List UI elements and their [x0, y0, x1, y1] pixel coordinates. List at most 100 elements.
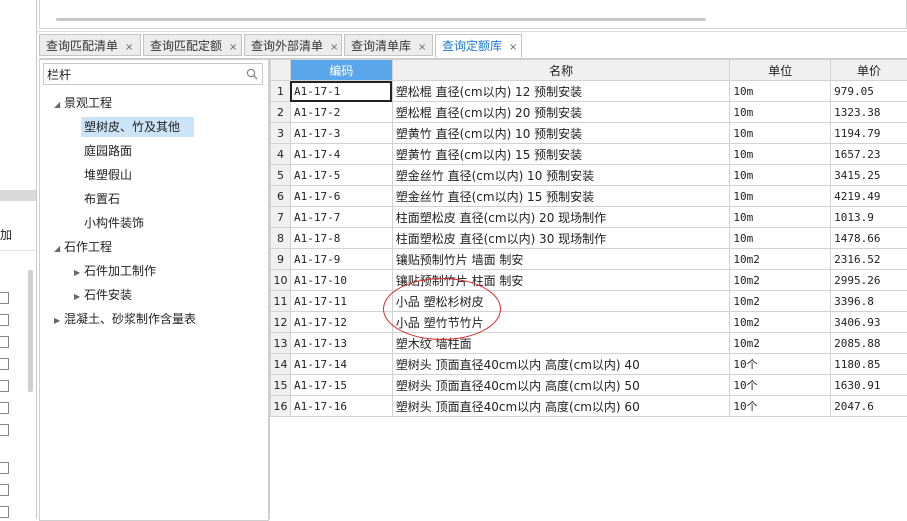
cell-name[interactable]: 塑树头 顶面直径40cm以内 高度(cm以内) 50 [392, 375, 730, 396]
table-row[interactable]: 9A1-17-9镶贴预制竹片 墙面 制安10m22316.52 [271, 249, 907, 270]
cell-code[interactable]: A1-17-10 [290, 270, 392, 291]
cell-name[interactable]: 塑黄竹 直径(cm以内) 10 预制安装 [392, 123, 730, 144]
cell-name[interactable]: 小品 塑松杉树皮 [392, 291, 730, 312]
table-row[interactable]: 4A1-17-4塑黄竹 直径(cm以内) 15 预制安装10m1657.23 [271, 144, 907, 165]
checkbox[interactable] [0, 402, 9, 414]
checkbox[interactable] [0, 336, 9, 348]
column-header-unit[interactable]: 单位 [730, 60, 831, 81]
cell-code[interactable]: A1-17-7 [290, 207, 392, 228]
cell-price[interactable]: 1013.9 [831, 207, 907, 228]
cell-unit[interactable]: 10m2 [730, 270, 831, 291]
checkbox[interactable] [0, 506, 9, 518]
close-icon[interactable]: × [229, 42, 237, 53]
cell-price[interactable]: 2316.52 [831, 249, 907, 270]
cell-price[interactable]: 979.05 [831, 81, 907, 102]
cell-unit[interactable]: 10m2 [730, 291, 831, 312]
search-icon[interactable] [246, 68, 258, 80]
search-box[interactable] [43, 63, 263, 85]
cell-name[interactable]: 镶贴预制竹片 墙面 制安 [392, 249, 730, 270]
tree-item[interactable]: ▶混凝土、砂浆制作含量表 [54, 309, 196, 329]
table-row[interactable]: 2A1-17-2塑松棍 直径(cm以内) 20 预制安装10m1323.38 [271, 102, 907, 123]
cell-name[interactable]: 塑黄竹 直径(cm以内) 15 预制安装 [392, 144, 730, 165]
close-icon[interactable]: × [509, 42, 517, 53]
left-panel-scrollbar[interactable] [28, 270, 33, 392]
checkbox[interactable] [0, 484, 9, 496]
checkbox[interactable] [0, 462, 9, 474]
cell-unit[interactable]: 10m [730, 228, 831, 249]
tab-query-match-quota[interactable]: 查询匹配定额× [143, 34, 242, 56]
tab-query-external-bill[interactable]: 查询外部清单× [244, 34, 342, 56]
cell-price[interactable]: 1194.79 [831, 123, 907, 144]
cell-name[interactable]: 小品 塑竹节竹片 [392, 312, 730, 333]
cell-code[interactable]: A1-17-14 [290, 354, 392, 375]
table-row[interactable]: 1A1-17-1塑松棍 直径(cm以内) 12 预制安装10m979.05 [271, 81, 907, 102]
cell-name[interactable]: 塑松棍 直径(cm以内) 12 预制安装 [392, 81, 730, 102]
cell-code[interactable]: A1-17-9 [290, 249, 392, 270]
cell-unit[interactable]: 10m [730, 102, 831, 123]
cell-code[interactable]: A1-17-12 [290, 312, 392, 333]
table-row[interactable]: 8A1-17-8柱面塑松皮 直径(cm以内) 30 现场制作10m1478.66 [271, 228, 907, 249]
cell-unit[interactable]: 10m2 [730, 249, 831, 270]
cell-unit[interactable]: 10m [730, 123, 831, 144]
cell-price[interactable]: 3396.8 [831, 291, 907, 312]
close-icon[interactable]: × [330, 42, 338, 53]
column-header-code[interactable]: 编码 [290, 60, 392, 81]
cell-code[interactable]: A1-17-11 [290, 291, 392, 312]
table-row[interactable]: 13A1-17-13塑木纹 墙柱面10m22085.88 [271, 333, 907, 354]
tab-query-bill-library[interactable]: 查询清单库× [344, 34, 433, 56]
cell-price[interactable]: 1630.91 [831, 375, 907, 396]
cell-code[interactable]: A1-17-5 [290, 165, 392, 186]
cell-price[interactable]: 2995.26 [831, 270, 907, 291]
checkbox[interactable] [0, 424, 9, 436]
cell-unit[interactable]: 10m [730, 165, 831, 186]
cell-name[interactable]: 塑木纹 墙柱面 [392, 333, 730, 354]
cell-name[interactable]: 塑金丝竹 直径(cm以内) 10 预制安装 [392, 165, 730, 186]
column-header-name[interactable]: 名称 [392, 60, 730, 81]
tree-item[interactable]: ◢石作工程 [54, 237, 112, 257]
table-row[interactable]: 7A1-17-7柱面塑松皮 直径(cm以内) 20 现场制作10m1013.9 [271, 207, 907, 228]
cell-code[interactable]: A1-17-6 [290, 186, 392, 207]
tree-item[interactable]: 布置石 [84, 189, 120, 209]
cell-code[interactable]: A1-17-1 [290, 81, 392, 102]
close-icon[interactable]: × [125, 42, 133, 53]
tab-query-quota-library[interactable]: 查询定额库× [435, 34, 522, 58]
cell-unit[interactable]: 10m [730, 186, 831, 207]
checkbox[interactable] [0, 358, 9, 370]
tab-query-match-bill[interactable]: 查询匹配清单× [39, 34, 141, 56]
cell-price[interactable]: 3415.25 [831, 165, 907, 186]
tree-item[interactable]: ▶石件加工制作 [74, 261, 156, 281]
cell-unit[interactable]: 10m2 [730, 333, 831, 354]
cell-price[interactable]: 4219.49 [831, 186, 907, 207]
expanded-arrow-icon[interactable]: ◢ [54, 95, 64, 115]
tree-item[interactable]: 塑树皮、竹及其他 [81, 117, 194, 137]
table-row[interactable]: 5A1-17-5塑金丝竹 直径(cm以内) 10 预制安装10m3415.25 [271, 165, 907, 186]
checkbox[interactable] [0, 314, 9, 326]
collapsed-arrow-icon[interactable]: ▶ [54, 311, 64, 331]
horizontal-scrollbar[interactable] [56, 18, 706, 21]
cell-code[interactable]: A1-17-2 [290, 102, 392, 123]
tree-item[interactable]: 小构件装饰 [84, 213, 144, 233]
cell-code[interactable]: A1-17-15 [290, 375, 392, 396]
cell-code[interactable]: A1-17-16 [290, 396, 392, 417]
search-input[interactable] [47, 66, 237, 82]
tree-item[interactable]: ◢景观工程 [54, 93, 112, 113]
table-row[interactable]: 10A1-17-10镶贴预制竹片 柱面 制安10m22995.26 [271, 270, 907, 291]
cell-name[interactable]: 塑金丝竹 直径(cm以内) 15 预制安装 [392, 186, 730, 207]
expanded-arrow-icon[interactable]: ◢ [54, 239, 64, 259]
cell-code[interactable]: A1-17-3 [290, 123, 392, 144]
checkbox[interactable] [0, 380, 9, 392]
table-row[interactable]: 14A1-17-14塑树头 顶面直径40cm以内 高度(cm以内) 4010个1… [271, 354, 907, 375]
table-row[interactable]: 16A1-17-16塑树头 顶面直径40cm以内 高度(cm以内) 6010个2… [271, 396, 907, 417]
close-icon[interactable]: × [418, 42, 426, 53]
cell-unit[interactable]: 10m [730, 207, 831, 228]
cell-code[interactable]: A1-17-4 [290, 144, 392, 165]
cell-name[interactable]: 塑树头 顶面直径40cm以内 高度(cm以内) 60 [392, 396, 730, 417]
table-row[interactable]: 15A1-17-15塑树头 顶面直径40cm以内 高度(cm以内) 5010个1… [271, 375, 907, 396]
table-row[interactable]: 3A1-17-3塑黄竹 直径(cm以内) 10 预制安装10m1194.79 [271, 123, 907, 144]
cell-code[interactable]: A1-17-13 [290, 333, 392, 354]
tree-item[interactable]: 堆塑假山 [84, 165, 132, 185]
cell-unit[interactable]: 10m [730, 144, 831, 165]
cell-name[interactable]: 柱面塑松皮 直径(cm以内) 30 现场制作 [392, 228, 730, 249]
table-row[interactable]: 11A1-17-11小品 塑松杉树皮10m23396.8 [271, 291, 907, 312]
checkbox[interactable] [0, 292, 9, 304]
